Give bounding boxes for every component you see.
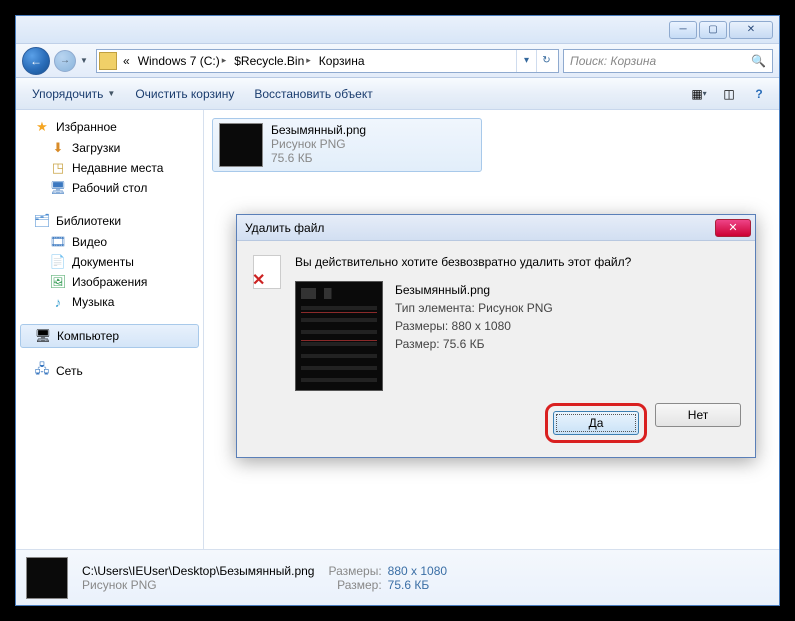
sidebar-favorites[interactable]: ★ Избранное bbox=[16, 116, 203, 138]
music-icon: ♪ bbox=[50, 294, 66, 310]
yes-button[interactable]: Да bbox=[553, 411, 639, 435]
dialog-file-thumbnail bbox=[295, 281, 383, 391]
documents-icon: 📄 bbox=[50, 254, 66, 270]
close-window-button[interactable]: ✕ bbox=[729, 21, 773, 39]
recent-icon: ◳ bbox=[50, 160, 66, 176]
dialog-filename: Безымянный.png bbox=[395, 281, 553, 299]
dialog-title: Удалить файл bbox=[245, 221, 324, 235]
nav-bar: ← → ▼ « Windows 7 (C:)▸ $Recycle.Bin▸ Ко… bbox=[16, 44, 779, 78]
video-icon: 🎞 bbox=[50, 234, 66, 250]
crumb-back[interactable]: « bbox=[119, 50, 134, 72]
sidebar-item-pictures[interactable]: 🖼 Изображения bbox=[16, 272, 203, 292]
libraries-icon: 🗂 bbox=[34, 213, 50, 229]
dialog-titlebar[interactable]: Удалить файл ✕ bbox=[237, 215, 755, 241]
status-path: C:\Users\IEUser\Desktop\Безымянный.png bbox=[82, 564, 314, 578]
status-dims-value: 880 x 1080 bbox=[388, 564, 447, 578]
explorer-window: ─ ▢ ✕ ← → ▼ « Windows 7 (C:)▸ $Recycle.B… bbox=[15, 15, 780, 606]
highlight-annotation: Да bbox=[545, 403, 647, 443]
dialog-close-button[interactable]: ✕ bbox=[715, 219, 751, 237]
arrow-left-icon: ← bbox=[30, 54, 42, 68]
sidebar-item-recent[interactable]: ◳ Недавние места bbox=[16, 158, 203, 178]
file-size: 75.6 КБ bbox=[271, 151, 366, 165]
network-icon: 🖧 bbox=[34, 363, 50, 379]
status-dims-label: Размеры: bbox=[328, 564, 381, 578]
details-pane: C:\Users\IEUser\Desktop\Безымянный.png Р… bbox=[16, 549, 779, 605]
dialog-question: Вы действительно хотите безвозвратно уда… bbox=[295, 255, 739, 269]
back-button[interactable]: ← bbox=[22, 47, 50, 75]
status-thumbnail bbox=[26, 557, 68, 599]
maximize-button[interactable]: ▢ bbox=[699, 21, 727, 39]
chevron-right-icon: ▸ bbox=[306, 55, 311, 66]
titlebar: ─ ▢ ✕ bbox=[16, 16, 779, 44]
delete-dialog: Удалить файл ✕ Вы действительно хотите б… bbox=[236, 214, 756, 458]
help-icon: ? bbox=[755, 87, 762, 101]
file-thumbnail bbox=[219, 123, 263, 167]
sidebar-item-music[interactable]: ♪ Музыка bbox=[16, 292, 203, 312]
crumb-current[interactable]: Корзина bbox=[315, 50, 369, 72]
address-dropdown[interactable]: ▾ bbox=[516, 50, 536, 72]
search-placeholder: Поиск: Корзина bbox=[570, 54, 656, 68]
sidebar-libraries[interactable]: 🗂 Библиотеки bbox=[16, 210, 203, 232]
navigation-pane: ★ Избранное ⬇ Загрузки ◳ Недавние места … bbox=[16, 110, 204, 549]
computer-icon: 🖥 bbox=[35, 328, 51, 344]
sidebar-item-desktop[interactable]: 🖥 Рабочий стол bbox=[16, 178, 203, 198]
organize-button[interactable]: Упорядочить ▼ bbox=[22, 83, 125, 105]
view-icon: ▦ bbox=[691, 87, 702, 101]
chevron-down-icon: ▾ bbox=[703, 89, 707, 98]
chevron-down-icon: ▼ bbox=[107, 89, 115, 98]
minimize-button[interactable]: ─ bbox=[669, 21, 697, 39]
star-icon: ★ bbox=[34, 119, 50, 135]
status-size-value: 75.6 КБ bbox=[388, 578, 447, 592]
chevron-right-icon: ▸ bbox=[222, 55, 227, 66]
pictures-icon: 🖼 bbox=[50, 274, 66, 290]
sidebar-network[interactable]: 🖧 Сеть bbox=[16, 360, 203, 382]
arrow-right-icon: → bbox=[60, 55, 70, 66]
sidebar-item-downloads[interactable]: ⬇ Загрузки bbox=[16, 138, 203, 158]
status-size-label: Размер: bbox=[328, 578, 381, 592]
view-options-button[interactable]: ▦▾ bbox=[685, 82, 713, 106]
delete-file-icon bbox=[253, 255, 281, 289]
sidebar-computer[interactable]: 🖥 Компьютер bbox=[20, 324, 199, 348]
file-type: Рисунок PNG bbox=[271, 137, 366, 151]
status-type: Рисунок PNG bbox=[82, 578, 314, 592]
restore-item-button[interactable]: Восстановить объект bbox=[244, 83, 382, 105]
search-input[interactable]: Поиск: Корзина 🔍 bbox=[563, 49, 773, 73]
file-item[interactable]: Безымянный.png Рисунок PNG 75.6 КБ bbox=[212, 118, 482, 172]
address-bar[interactable]: « Windows 7 (C:)▸ $Recycle.Bin▸ Корзина … bbox=[96, 49, 559, 73]
crumb-drive[interactable]: Windows 7 (C:)▸ bbox=[134, 50, 231, 72]
command-bar: Упорядочить ▼ Очистить корзину Восстанов… bbox=[16, 78, 779, 110]
sidebar-item-videos[interactable]: 🎞 Видео bbox=[16, 232, 203, 252]
forward-button[interactable]: → bbox=[54, 50, 76, 72]
close-icon: ✕ bbox=[728, 221, 737, 234]
downloads-icon: ⬇ bbox=[50, 140, 66, 156]
history-dropdown[interactable]: ▼ bbox=[80, 56, 92, 65]
sidebar-item-documents[interactable]: 📄 Документы bbox=[16, 252, 203, 272]
preview-icon: ◫ bbox=[723, 87, 734, 101]
file-name: Безымянный.png bbox=[271, 123, 366, 137]
desktop-icon: 🖥 bbox=[50, 180, 66, 196]
folder-icon bbox=[99, 52, 117, 70]
no-button[interactable]: Нет bbox=[655, 403, 741, 427]
search-icon: 🔍 bbox=[751, 54, 766, 68]
preview-pane-button[interactable]: ◫ bbox=[715, 82, 743, 106]
refresh-button[interactable]: ↻ bbox=[536, 50, 556, 72]
crumb-recyclebin[interactable]: $Recycle.Bin▸ bbox=[230, 50, 315, 72]
dialog-file-size: Размер: 75.6 КБ bbox=[395, 335, 553, 353]
dialog-file-dimensions: Размеры: 880 x 1080 bbox=[395, 317, 553, 335]
empty-recycle-button[interactable]: Очистить корзину bbox=[125, 83, 244, 105]
dialog-file-type: Тип элемента: Рисунок PNG bbox=[395, 299, 553, 317]
help-button[interactable]: ? bbox=[745, 82, 773, 106]
